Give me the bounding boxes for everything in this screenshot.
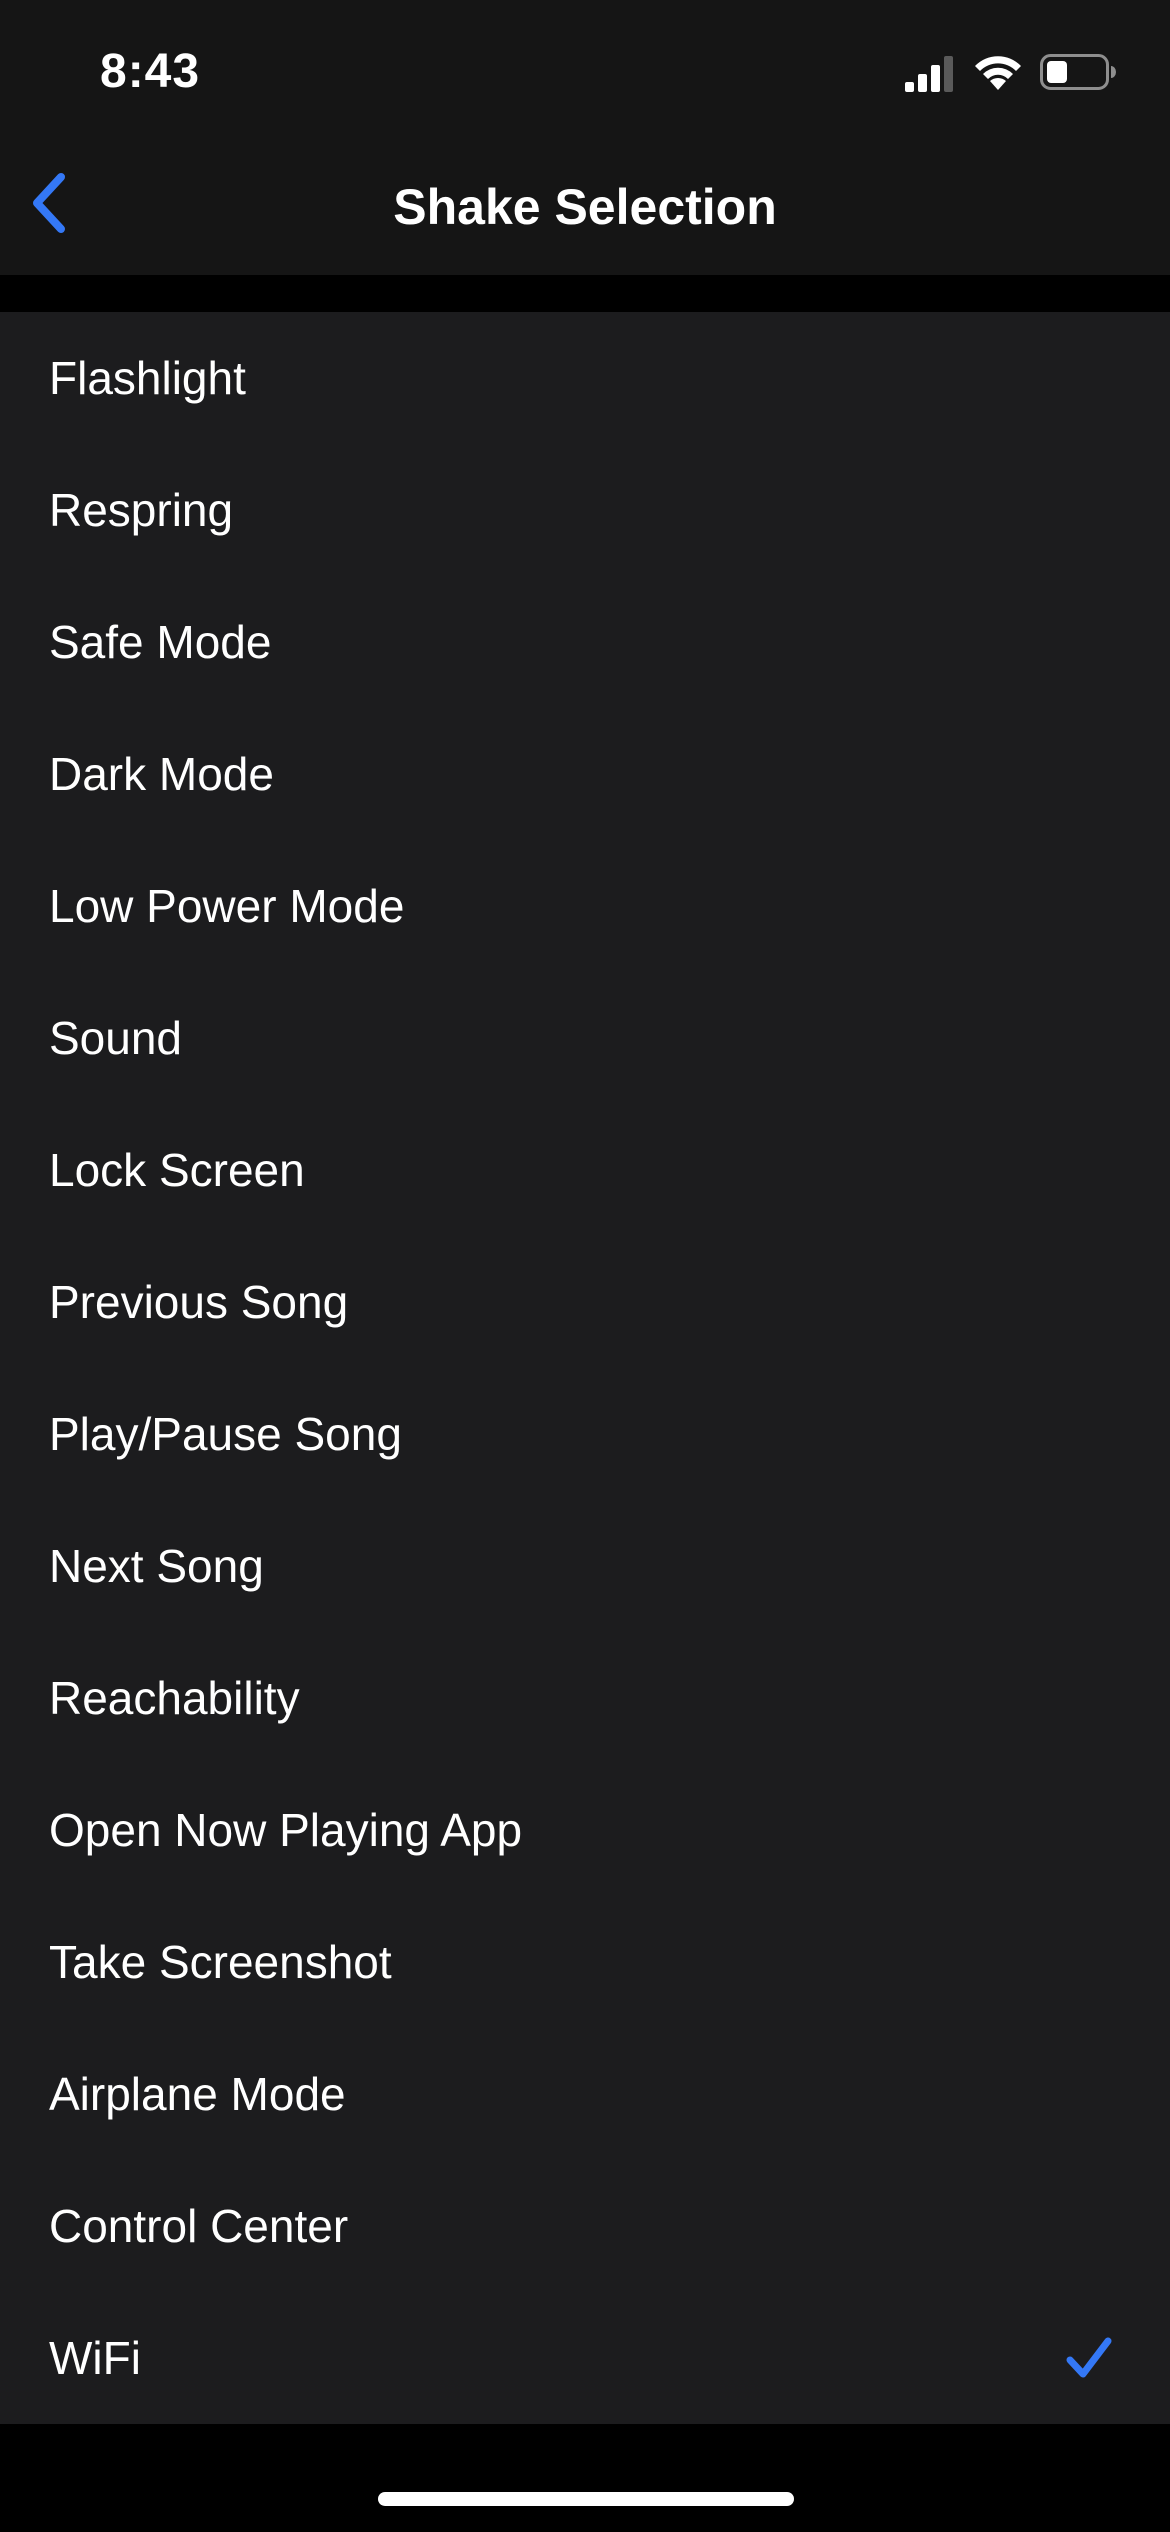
list-item-label: Flashlight xyxy=(49,352,246,404)
list-item[interactable]: Low Power Mode xyxy=(0,840,1170,972)
list-item[interactable]: Control Center xyxy=(0,2160,1170,2292)
list-item[interactable]: Play/Pause Song xyxy=(0,1368,1170,1500)
checkmark-icon xyxy=(1064,2333,1114,2383)
list-item-label: WiFi xyxy=(49,2332,141,2384)
navigation-bar: Shake Selection xyxy=(0,140,1170,275)
status-bar: 8:43 xyxy=(0,0,1170,140)
list-item-label: Lock Screen xyxy=(49,1144,305,1196)
list-item[interactable]: Safe Mode xyxy=(0,576,1170,708)
home-indicator[interactable] xyxy=(378,2492,794,2506)
list-item[interactable]: Reachability xyxy=(0,1632,1170,1764)
list-item-label: Low Power Mode xyxy=(49,880,405,932)
list-item[interactable]: WiFi xyxy=(0,2292,1170,2424)
page-title: Shake Selection xyxy=(393,179,777,235)
list-item-label: Reachability xyxy=(49,1672,300,1724)
list-item-label: Control Center xyxy=(49,2200,349,2252)
list-item[interactable]: Sound xyxy=(0,972,1170,1104)
list-item[interactable]: Airplane Mode xyxy=(0,2028,1170,2160)
list-item-label: Next Song xyxy=(49,1540,264,1592)
list-item-label: Play/Pause Song xyxy=(49,1408,402,1460)
battery-icon xyxy=(1040,54,1116,95)
option-list: Flashlight Respring Safe Mode Dark Mode Low … xyxy=(0,312,1170,2424)
list-item[interactable]: Take Screenshot xyxy=(0,1896,1170,2028)
list-item-label: Airplane Mode xyxy=(49,2068,346,2120)
list-item-label: Safe Mode xyxy=(49,616,272,668)
list-item-label: Previous Song xyxy=(49,1276,349,1328)
list-item[interactable]: Respring xyxy=(0,444,1170,576)
list-item[interactable]: Lock Screen xyxy=(0,1104,1170,1236)
status-time: 8:43 xyxy=(100,45,201,98)
list-item-label: Sound xyxy=(49,1012,183,1064)
list-item[interactable]: Next Song xyxy=(0,1500,1170,1632)
list-item[interactable]: Open Now Playing App xyxy=(0,1764,1170,1896)
list-item-label: Dark Mode xyxy=(49,748,274,800)
screen: 8:43 Shake Selection Flashlight Respring… xyxy=(0,0,1170,2532)
list-item[interactable]: Flashlight xyxy=(0,312,1170,444)
signal-icon xyxy=(905,56,955,97)
list-item-label: Open Now Playing App xyxy=(49,1804,523,1856)
list-item-label: Respring xyxy=(49,484,234,536)
list-item[interactable]: Previous Song xyxy=(0,1236,1170,1368)
list-item[interactable]: Dark Mode xyxy=(0,708,1170,840)
wifi-icon xyxy=(972,50,1024,95)
list-item-label: Take Screenshot xyxy=(49,1936,392,1988)
